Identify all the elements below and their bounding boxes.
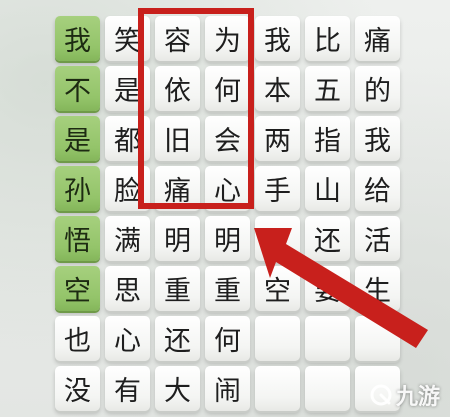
char-tile-r5-c0[interactable]: 空 <box>55 266 100 311</box>
char-tile-r6-c6[interactable] <box>355 316 400 361</box>
char-tile-r7-c2[interactable]: 大 <box>155 366 200 411</box>
char-tile-r5-c3[interactable]: 重 <box>205 266 250 311</box>
char-tile-r2-c6[interactable]: 我 <box>355 116 400 161</box>
char-tile-r1-c2[interactable]: 依 <box>155 66 200 111</box>
char-tile-r2-c1[interactable]: 都 <box>105 116 150 161</box>
char-tile-r2-c5[interactable]: 指 <box>305 116 350 161</box>
char-tile-r6-c4[interactable] <box>255 316 300 361</box>
char-tile-r1-c0[interactable]: 不 <box>55 66 100 111</box>
char-tile-r4-c5[interactable]: 还 <box>305 216 350 261</box>
char-tile-r1-c3[interactable]: 何 <box>205 66 250 111</box>
char-tile-r3-c6[interactable]: 给 <box>355 166 400 211</box>
char-tile-r7-c3[interactable]: 闹 <box>205 366 250 411</box>
char-tile-r6-c0[interactable]: 也 <box>55 316 100 361</box>
char-tile-r1-c6[interactable]: 的 <box>355 66 400 111</box>
char-tile-r2-c3[interactable]: 会 <box>205 116 250 161</box>
char-tile-r3-c4[interactable]: 手 <box>255 166 300 211</box>
char-tile-r4-c2[interactable]: 明 <box>155 216 200 261</box>
char-tile-r2-c2[interactable]: 旧 <box>155 116 200 161</box>
char-tile-r7-c4[interactable] <box>255 366 300 411</box>
char-tile-r7-c5[interactable] <box>305 366 350 411</box>
char-tile-r0-c2[interactable]: 容 <box>155 16 200 61</box>
char-tile-r4-c4[interactable] <box>255 216 300 261</box>
char-tile-r1-c4[interactable]: 本 <box>255 66 300 111</box>
char-tile-r5-c2[interactable]: 重 <box>155 266 200 311</box>
char-tile-r1-c1[interactable]: 是 <box>105 66 150 111</box>
char-tile-r5-c5[interactable]: 要 <box>305 266 350 311</box>
jiuyou-logo-icon <box>370 384 392 406</box>
character-grid: 我笑容为我比痛不是依何本五的是都旧会两指我孙脸痛心手山给悟满明明还活空思重重空要… <box>0 0 450 417</box>
char-tile-r0-c6[interactable]: 痛 <box>355 16 400 61</box>
char-tile-r4-c0[interactable]: 悟 <box>55 216 100 261</box>
char-tile-r3-c2[interactable]: 痛 <box>155 166 200 211</box>
char-tile-r7-c0[interactable]: 没 <box>55 366 100 411</box>
char-tile-r4-c1[interactable]: 满 <box>105 216 150 261</box>
char-tile-r3-c1[interactable]: 脸 <box>105 166 150 211</box>
char-tile-r5-c4[interactable]: 空 <box>255 266 300 311</box>
char-tile-r0-c1[interactable]: 笑 <box>105 16 150 61</box>
char-tile-r6-c5[interactable] <box>305 316 350 361</box>
char-tile-r3-c0[interactable]: 孙 <box>55 166 100 211</box>
char-tile-r6-c2[interactable]: 还 <box>155 316 200 361</box>
char-tile-r2-c0[interactable]: 是 <box>55 116 100 161</box>
char-tile-r5-c1[interactable]: 思 <box>105 266 150 311</box>
watermark: 九游 <box>369 379 440 411</box>
char-tile-r7-c1[interactable]: 有 <box>105 366 150 411</box>
char-tile-r4-c3[interactable]: 明 <box>205 216 250 261</box>
char-tile-r6-c1[interactable]: 心 <box>105 316 150 361</box>
char-tile-r0-c4[interactable]: 我 <box>255 16 300 61</box>
char-tile-r6-c3[interactable]: 何 <box>205 316 250 361</box>
char-tile-r1-c5[interactable]: 五 <box>305 66 350 111</box>
char-tile-r3-c5[interactable]: 山 <box>305 166 350 211</box>
char-tile-r0-c5[interactable]: 比 <box>305 16 350 61</box>
char-tile-r2-c4[interactable]: 两 <box>255 116 300 161</box>
char-tile-r0-c0[interactable]: 我 <box>55 16 100 61</box>
watermark-text: 九游 <box>395 385 440 410</box>
char-tile-r5-c6[interactable]: 生 <box>355 266 400 311</box>
char-tile-r4-c6[interactable]: 活 <box>355 216 400 261</box>
char-tile-r0-c3[interactable]: 为 <box>205 16 250 61</box>
char-tile-r3-c3[interactable]: 心 <box>205 166 250 211</box>
